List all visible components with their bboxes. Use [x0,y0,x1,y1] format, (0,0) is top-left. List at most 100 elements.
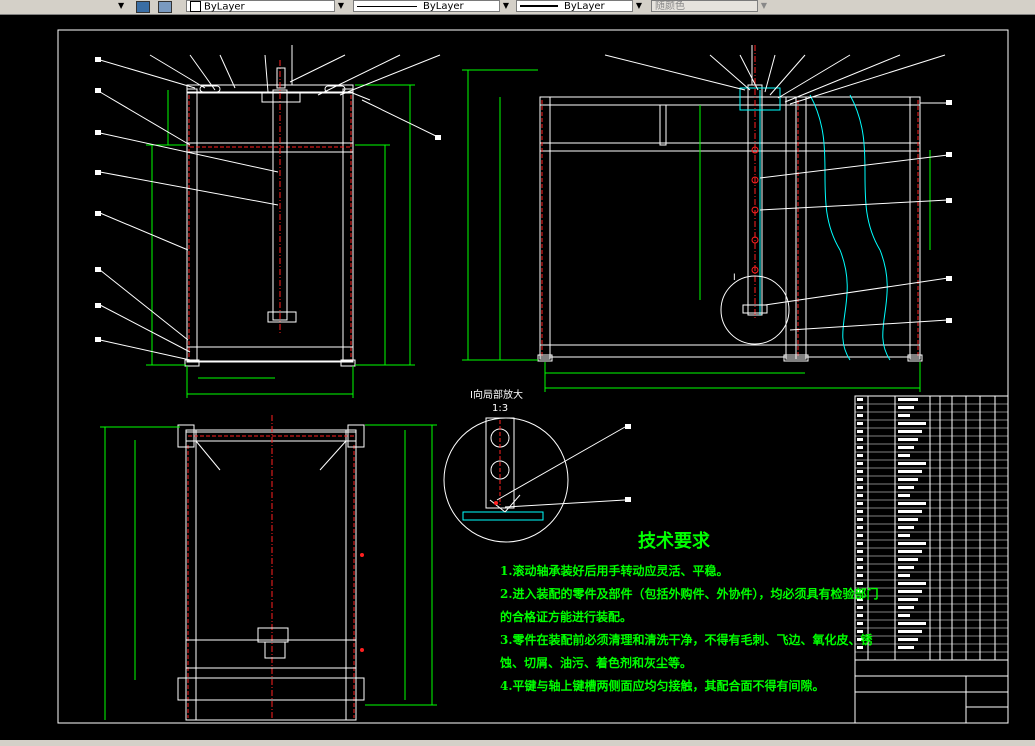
parts-row-text-mark [898,622,926,625]
parts-row-number-mark [857,486,863,489]
parts-row-number-mark [857,534,863,537]
parts-row-number-mark [857,494,863,497]
status-bar [0,740,1035,746]
linetype-preview-icon [357,5,417,7]
parts-row-text-mark [898,462,926,465]
lineweight-preview-icon [520,5,558,7]
requirement-line: 2.进入装配的零件及部件（包括外购件、外协件），均必须具有检验部门 [500,587,879,601]
parts-row-text-mark [898,582,926,585]
parts-row-text-mark [898,566,914,569]
front-view-leaders [99,54,441,361]
parts-row-number-mark [857,430,863,433]
parts-row-number-mark [857,622,863,625]
plot-style-value: 随颜色 [655,1,685,12]
properties-toolbar: ▼ ByLayer ▼ ByLayer ▼ ByLayer ▼ 随颜色 ▼ [0,0,1035,15]
detail-view: I向局部放大 1:3 [443,388,626,543]
parts-row-text-mark [898,606,914,609]
lineweight-control[interactable]: ByLayer [516,0,644,12]
parts-row-number-mark [857,414,863,417]
parts-row-number-mark [857,446,863,449]
parts-row-number-mark [857,470,863,473]
parts-row-text-mark [898,494,910,497]
requirement-line: 1.滚动轴承装好后用手转动应灵活、平稳。 [500,564,729,578]
detail-view-title: I向局部放大 [470,388,523,401]
parts-row-number-mark [857,462,863,465]
parts-row-text-mark [898,638,918,641]
parts-row-text-mark [898,422,926,425]
parts-row-text-mark [898,534,910,537]
parts-row-text-mark [898,470,922,473]
parts-row-text-mark [898,502,926,505]
leader-label-stubs [95,57,952,502]
parts-row-text-mark [898,446,914,449]
parts-row-text-mark [898,526,914,529]
parts-row-text-mark [898,574,910,577]
parts-row-text-mark [898,510,922,513]
parts-row-text-mark [898,630,922,633]
plot-style-control[interactable]: 随颜色 [651,0,769,12]
layer-states-icon[interactable] [158,1,172,13]
layer-dropdown-arrow-icon[interactable]: ▼ [118,1,124,10]
requirement-line: 蚀、切屑、油污、着色剂和灰尘等。 [500,656,693,670]
color-dropdown-button[interactable]: ▼ [334,0,347,12]
lineweight-value: ByLayer [564,1,605,12]
front-view [184,45,371,367]
linetype-dropdown-button[interactable]: ▼ [499,0,512,12]
parts-row-text-mark [898,550,922,553]
parts-row-text-mark [898,598,918,601]
drawing-canvas[interactable]: I I向局部放大 1:3 技术要求 1.滚动轴承装好后用手转动应灵活、平稳。 2… [0,15,1035,740]
layer-icon[interactable] [136,1,150,13]
parts-row-text-mark [898,398,918,401]
parts-row-text-mark [898,646,914,649]
parts-row-number-mark [857,454,863,457]
top-view [177,415,365,721]
parts-row-number-mark [857,558,863,561]
parts-row-number-mark [857,406,863,409]
side-view: I [537,45,923,362]
parts-row-number-mark [857,606,863,609]
requirement-line: 3.零件在装配前必须清理和清洗干净，不得有毛刺、飞边、氧化皮、锈 [500,633,873,647]
parts-row-text-mark [898,486,914,489]
parts-row-number-mark [857,542,863,545]
parts-row-number-mark [857,574,863,577]
parts-row-text-mark [898,614,910,617]
linetype-value: ByLayer [423,1,464,12]
top-view-dimensions [100,424,437,720]
side-view-leaders [604,54,949,331]
parts-row-number-mark [857,478,863,481]
parts-row-text-mark [898,542,926,545]
parts-row-text-mark [898,478,918,481]
parts-row-number-mark [857,502,863,505]
parts-row-text-mark [898,558,918,561]
requirement-line: 的合格证方能进行装配。 [500,610,633,624]
color-control[interactable]: ByLayer [186,0,346,13]
parts-list-table [854,395,1009,724]
parts-row-number-mark [857,422,863,425]
parts-row-number-mark [857,526,863,529]
parts-row-number-mark [857,398,863,401]
parts-list-entries [857,398,926,649]
parts-row-number-mark [857,566,863,569]
parts-row-text-mark [898,430,922,433]
detail-marker-label: I [733,273,736,283]
detail-view-scale: 1:3 [492,403,508,414]
requirement-line: 4.平键与轴上键槽两侧面应均匀接触，其配合面不得有间隙。 [500,679,825,693]
parts-row-text-mark [898,406,914,409]
parts-row-number-mark [857,614,863,617]
parts-row-text-mark [898,438,918,441]
plot-style-dropdown-button[interactable]: ▼ [757,0,770,12]
color-swatch-icon [190,1,201,12]
parts-list-rows [855,403,1008,653]
parts-row-number-mark [857,438,863,441]
parts-row-text-mark [898,414,910,417]
color-value: ByLayer [204,1,245,13]
parts-row-number-mark [857,510,863,513]
lineweight-dropdown-button[interactable]: ▼ [632,0,645,12]
parts-row-number-mark [857,550,863,553]
parts-row-text-mark [898,454,910,457]
parts-row-text-mark [898,518,918,521]
requirements-title: 技术要求 [638,531,710,552]
parts-row-number-mark [857,518,863,521]
linetype-control[interactable]: ByLayer [353,0,511,12]
parts-row-text-mark [898,590,922,593]
